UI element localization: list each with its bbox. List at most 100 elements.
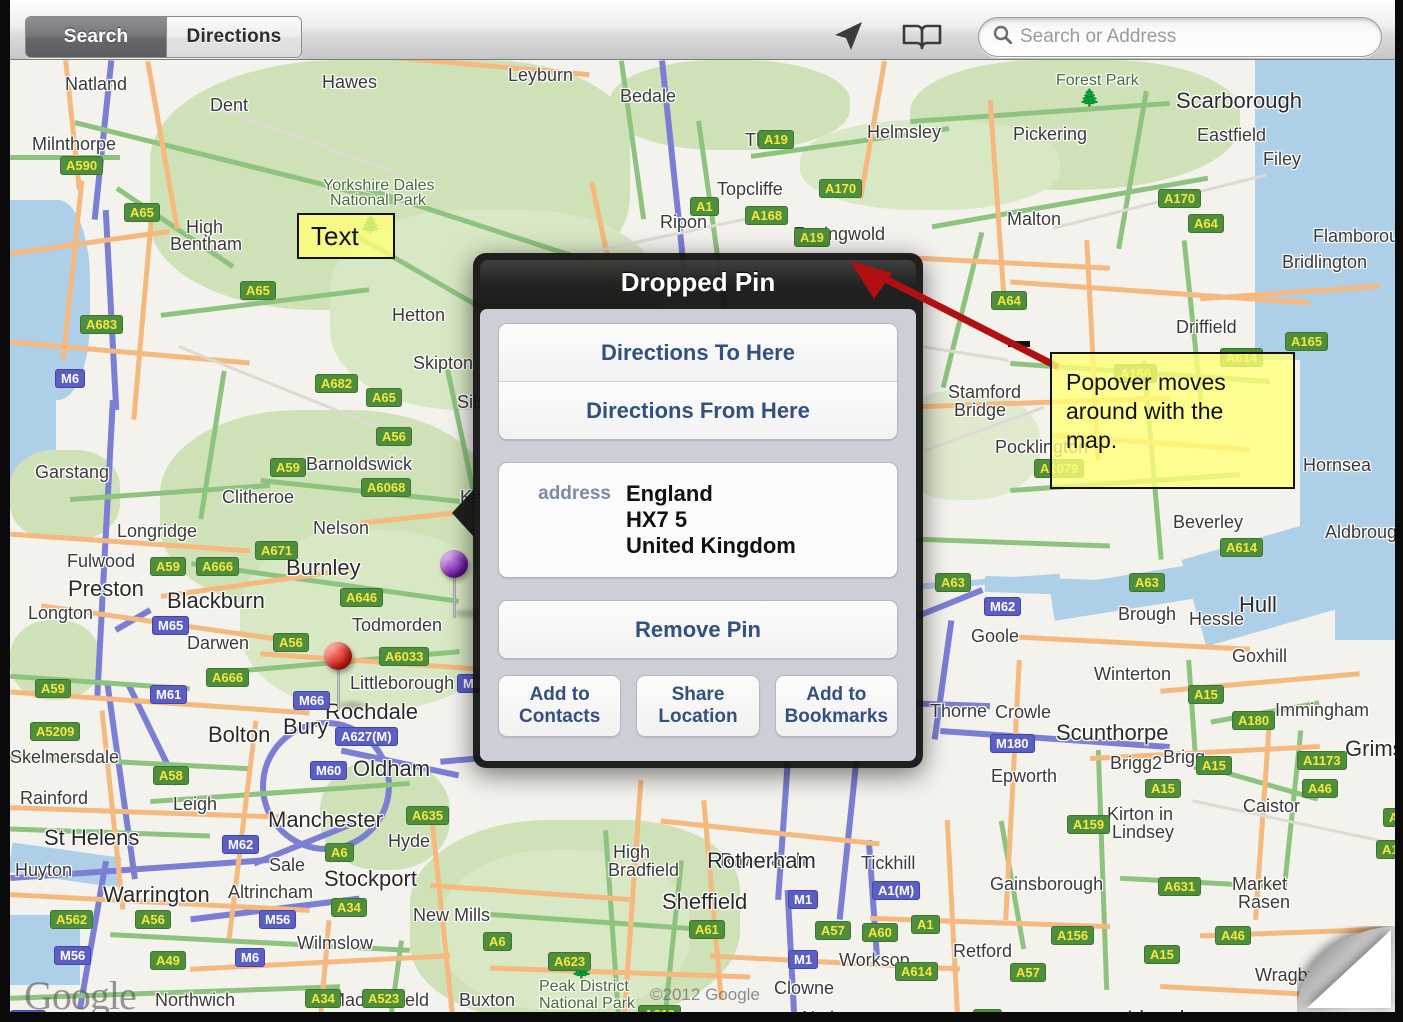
road-shield: A619 bbox=[638, 1005, 682, 1012]
road-shield: A6068 bbox=[361, 478, 412, 497]
road-shield: A1173 bbox=[1297, 751, 1347, 770]
road-shield: A16 bbox=[1383, 808, 1395, 827]
map-label: Sale bbox=[269, 855, 306, 875]
tab-directions[interactable]: Directions bbox=[167, 17, 301, 57]
map-label: Bradfield bbox=[608, 860, 680, 880]
road-shield: A64 bbox=[1188, 214, 1224, 233]
search-directions-segmented-control[interactable]: Search Directions bbox=[25, 16, 302, 58]
map-label: Forest Park bbox=[1056, 72, 1139, 89]
annotation-line-3: map. bbox=[1066, 427, 1118, 453]
road-shield: M56 bbox=[54, 946, 92, 965]
map-label: Rainford bbox=[20, 788, 89, 808]
address-line-1: England bbox=[626, 481, 713, 506]
map-label: Lindsey bbox=[1112, 822, 1175, 842]
map-label: Goxhill bbox=[1232, 646, 1288, 666]
map-label: Northwich bbox=[155, 990, 236, 1010]
road-shield: A6033 bbox=[379, 647, 430, 666]
road-shield: A631 bbox=[1158, 877, 1202, 896]
map-label: Warrington bbox=[103, 882, 210, 907]
navigation-arrow-icon[interactable] bbox=[830, 19, 866, 53]
road-shield: A65 bbox=[240, 281, 276, 300]
map-label: Wilmslow bbox=[297, 933, 373, 953]
map-label: Tickhill bbox=[861, 853, 916, 873]
map-label: Retford bbox=[953, 941, 1013, 961]
road-shield: M61 bbox=[150, 685, 188, 704]
road-shield: A15 bbox=[1144, 945, 1180, 964]
ipad-maps-screen: Search Directions Search or Address 🌲 Na… bbox=[0, 0, 1403, 1022]
road-shield: A57 bbox=[815, 921, 851, 940]
road-shield: A18 bbox=[1376, 840, 1395, 859]
popover-body: Directions To Here Directions From Here … bbox=[480, 309, 916, 761]
road-shield: M66 bbox=[293, 691, 331, 710]
road-shield: A666 bbox=[206, 668, 250, 687]
road-shield: A63 bbox=[1129, 573, 1165, 592]
map-label: Sheffield bbox=[662, 889, 748, 914]
road-shield: A170 bbox=[1158, 189, 1202, 208]
road-shield: M1 bbox=[788, 890, 819, 909]
map-label: Manchester bbox=[268, 807, 383, 832]
map-label: Thorne bbox=[930, 701, 988, 721]
annotation-note-popover: Popover moves around with the map. bbox=[1050, 352, 1295, 489]
map-label: Aldbrough bbox=[1325, 522, 1395, 542]
add-to-contacts-line2: Contacts bbox=[519, 706, 601, 727]
share-location-line2: Location bbox=[658, 706, 738, 727]
road-shield: A34 bbox=[331, 898, 367, 917]
address-line-3: United Kingdom bbox=[626, 533, 796, 558]
map-label: Gainsborough bbox=[990, 874, 1104, 894]
map-label: Nether bbox=[802, 1008, 856, 1012]
annotation-note-text: Text bbox=[297, 213, 395, 259]
road-shield: A666 bbox=[196, 557, 240, 576]
map-label: National Park bbox=[330, 192, 427, 209]
road-shield: A683 bbox=[80, 315, 124, 334]
road-shield: A15 bbox=[1196, 756, 1232, 775]
map-label: Hawes bbox=[322, 72, 378, 92]
map-label: Rasen bbox=[1238, 892, 1291, 912]
road-shield: M65 bbox=[152, 616, 190, 635]
maps-toolbar: Search Directions Search or Address bbox=[10, 0, 1395, 60]
map-label: Bridlington bbox=[1282, 252, 1368, 272]
road-shield: A1 bbox=[973, 1009, 1002, 1012]
share-location-line1: Share bbox=[671, 684, 725, 705]
share-location-button[interactable]: Share Location bbox=[636, 675, 760, 737]
road-shield: A15 bbox=[1188, 685, 1224, 704]
road-shield: A56 bbox=[376, 427, 412, 446]
road-shield: M6 bbox=[55, 369, 86, 388]
road-shield: A1 bbox=[690, 197, 719, 216]
road-shield: A1(M) bbox=[872, 881, 921, 900]
map-label: Fulwood bbox=[67, 551, 136, 571]
map-label: New Mills bbox=[413, 905, 491, 925]
popover-arrow bbox=[452, 489, 474, 537]
map-label: Stockport bbox=[324, 866, 417, 891]
map-label: Todmorden bbox=[352, 615, 443, 635]
remove-pin-button[interactable]: Remove Pin bbox=[499, 601, 897, 658]
search-input[interactable]: Search or Address bbox=[978, 17, 1382, 57]
open-book-icon[interactable] bbox=[902, 20, 942, 52]
road-shield: A60 bbox=[862, 923, 898, 942]
map-label: National Park bbox=[539, 995, 636, 1012]
map-label: Garstang bbox=[35, 462, 110, 482]
map-label: Pickering bbox=[1013, 124, 1088, 144]
map-label: Flamborough bbox=[1313, 226, 1395, 246]
tab-search[interactable]: Search bbox=[26, 17, 167, 57]
road-shield: A65 bbox=[366, 388, 402, 407]
road-shield: M180 bbox=[990, 734, 1035, 753]
map-attribution: ©2012 Google bbox=[650, 985, 760, 1004]
map-label: Clowne bbox=[774, 978, 835, 998]
map-label: Longridge bbox=[117, 521, 198, 541]
pin-shadow bbox=[339, 702, 365, 709]
road-shield: A58 bbox=[153, 766, 189, 785]
road-shield: A63 bbox=[935, 573, 971, 592]
add-to-bookmarks-button[interactable]: Add to Bookmarks bbox=[774, 675, 898, 737]
road-shield: A614 bbox=[1220, 538, 1264, 557]
road-shield: A614 bbox=[895, 962, 939, 981]
page-curl-control[interactable] bbox=[1297, 926, 1395, 1012]
map-label: Hetton bbox=[392, 305, 446, 325]
road-shield: A180 bbox=[1232, 711, 1276, 730]
map-label: Leigh bbox=[173, 794, 218, 814]
map-label: Eastfield bbox=[1197, 125, 1267, 145]
directions-from-here-button[interactable]: Directions From Here bbox=[499, 381, 897, 439]
add-to-contacts-button[interactable]: Add to Contacts bbox=[498, 675, 622, 737]
map-label: Bedale bbox=[620, 86, 677, 106]
map-label: Leyburn bbox=[508, 65, 574, 85]
map-label: Natland bbox=[65, 74, 128, 94]
